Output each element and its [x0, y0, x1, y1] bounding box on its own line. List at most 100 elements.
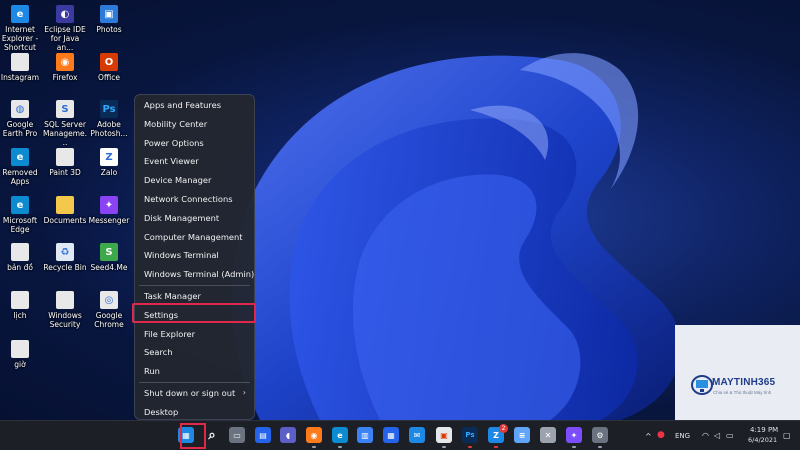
- desktop-shortcut-label: Google Earth Pro: [2, 120, 38, 138]
- mail-icon[interactable]: ✉: [409, 427, 425, 443]
- desktop-shortcut[interactable]: ◍ Google Earth Pro: [0, 100, 43, 138]
- desktop-shortcut-label: bản đồ: [7, 263, 33, 272]
- folder-icon: [56, 196, 74, 214]
- clock-time[interactable]: 4:19 PM: [750, 426, 778, 434]
- desktop-shortcut[interactable]: bản đồ: [0, 243, 43, 272]
- zalo-icon: Z: [100, 148, 118, 166]
- desktop-shortcut[interactable]: Documents: [42, 196, 88, 225]
- menu-item-label: Event Viewer: [144, 156, 199, 167]
- running-indicator: [598, 446, 602, 448]
- menu-item-label: Desktop: [144, 406, 179, 417]
- desktop-shortcut-label: SQL Server Manageme...: [42, 120, 88, 147]
- settings-icon[interactable]: ⚙: [592, 427, 608, 443]
- desktop-shortcut[interactable]: Ps Adobe Photosh...: [86, 100, 132, 138]
- photos-icon: ▣: [100, 5, 118, 23]
- menu-item-event-viewer[interactable]: Event Viewer: [135, 152, 254, 171]
- desktop-shortcut-label: giờ: [14, 360, 26, 369]
- desktop-shortcut[interactable]: Instagram: [0, 53, 43, 82]
- antivirus-tray-icon[interactable]: ●: [657, 430, 665, 440]
- watermark-brand: MAYTINH365: [712, 377, 776, 388]
- desktop-shortcut-label: Firefox: [52, 73, 78, 82]
- notification-badge: 2: [499, 424, 508, 433]
- desktop-shortcut[interactable]: e Removed Apps: [0, 148, 43, 186]
- notepad-icon[interactable]: ≡: [514, 427, 530, 443]
- desktop-shortcut-label: lịch: [13, 311, 27, 320]
- firefox-icon: ◉: [56, 53, 74, 71]
- menu-item-search[interactable]: Search: [135, 343, 254, 362]
- desktop-shortcut[interactable]: O Office: [86, 53, 132, 82]
- chevron-right-icon: ›: [242, 387, 246, 397]
- menu-item-label: Disk Management: [144, 212, 220, 223]
- calendar-icon[interactable]: ▦: [383, 427, 399, 443]
- desktop-shortcut-label: Documents: [43, 216, 87, 225]
- office-icon[interactable]: ▣: [436, 427, 452, 443]
- desktop-shortcut[interactable]: ◎ Google Chrome: [86, 291, 132, 329]
- menu-item-device-manager[interactable]: Device Manager: [135, 171, 254, 190]
- menu-item-label: Windows Terminal: [144, 250, 219, 261]
- desktop-shortcut[interactable]: Z Zalo: [86, 148, 132, 177]
- edge-icon[interactable]: e: [332, 427, 348, 443]
- menu-item-network-connections[interactable]: Network Connections: [135, 190, 254, 209]
- volume-icon[interactable]: ◁: [714, 431, 720, 440]
- menu-item-disk-management[interactable]: Disk Management: [135, 209, 254, 228]
- menu-item-shut-down[interactable]: Shut down or sign out ›: [135, 384, 254, 403]
- desktop-shortcut[interactable]: ◐ Eclipse IDE for Java an...: [42, 5, 88, 52]
- running-indicator: [494, 446, 498, 448]
- photoshop-icon[interactable]: Ps: [462, 427, 478, 443]
- menu-item-label: Run: [144, 366, 160, 377]
- tools-icon[interactable]: ✕: [540, 427, 556, 443]
- menu-item-windows-terminal[interactable]: Windows Terminal: [135, 246, 254, 265]
- task-view-icon[interactable]: ▭: [229, 427, 245, 443]
- file-icon: [56, 148, 74, 166]
- eclipse-icon: ◐: [56, 5, 74, 23]
- desktop-shortcut-label: Eclipse IDE for Java an...: [44, 25, 86, 52]
- running-indicator: [442, 446, 446, 448]
- store-icon[interactable]: ▥: [357, 427, 373, 443]
- notification-icon[interactable]: ▢: [783, 431, 791, 440]
- chat-icon[interactable]: ◖: [280, 427, 296, 443]
- menu-item-label: Computer Management: [144, 231, 243, 242]
- watermark-tagline: Chia sẻ & Thủ thuật Máy tính: [713, 390, 772, 395]
- photoshop-icon: Ps: [100, 100, 118, 118]
- desktop-shortcut[interactable]: e Microsoft Edge: [0, 196, 43, 234]
- desktop-shortcut[interactable]: S Seed4.Me: [86, 243, 132, 272]
- menu-item-windows-terminal-admin[interactable]: Windows Terminal (Admin): [135, 265, 254, 284]
- desktop-shortcut[interactable]: e Internet Explorer - Shortcut: [0, 5, 43, 52]
- battery-icon[interactable]: ▭: [726, 431, 734, 440]
- winx-context-menu: Apps and Features Mobility Center Power Op…: [134, 94, 255, 420]
- menu-item-run[interactable]: Run: [135, 362, 254, 381]
- desktop-shortcut[interactable]: Windows Security: [42, 291, 88, 329]
- file-icon: [11, 243, 29, 261]
- wifi-icon[interactable]: ◠: [702, 431, 709, 440]
- menu-item-desktop[interactable]: Desktop: [135, 403, 254, 420]
- desktop-shortcut-label: Zalo: [100, 168, 118, 177]
- google-earth-icon: ◍: [11, 100, 29, 118]
- desktop-shortcut[interactable]: Paint 3D: [42, 148, 88, 177]
- widgets-icon[interactable]: ▤: [255, 427, 271, 443]
- desktop-shortcut[interactable]: ♻ Recycle Bin: [42, 243, 88, 272]
- chevron-up-icon[interactable]: ^: [645, 432, 652, 441]
- clock-date[interactable]: 6/4/2021: [748, 436, 777, 444]
- menu-item-mobility-center[interactable]: Mobility Center: [135, 115, 254, 134]
- menu-item-power-options[interactable]: Power Options: [135, 134, 254, 153]
- file-icon: [56, 291, 74, 309]
- desktop-shortcut[interactable]: giờ: [0, 340, 43, 369]
- menu-item-computer-management[interactable]: Computer Management: [135, 228, 254, 247]
- desktop-shortcut[interactable]: S SQL Server Manageme...: [42, 100, 88, 147]
- menu-item-label: Apps and Features: [144, 100, 222, 110]
- search-icon[interactable]: ⌕: [204, 427, 220, 443]
- language-indicator[interactable]: ENG: [675, 432, 690, 440]
- desktop-shortcut-label: Internet Explorer - Shortcut: [1, 25, 39, 52]
- messenger-icon[interactable]: ✦: [566, 427, 582, 443]
- file-icon: [11, 53, 29, 71]
- menu-item-label: File Explorer: [144, 328, 196, 339]
- desktop-shortcut[interactable]: ✦ Messenger: [86, 196, 132, 225]
- edge-icon: e: [11, 148, 29, 166]
- menu-item-apps-and-features[interactable]: Apps and Features: [135, 96, 254, 115]
- desktop-shortcut[interactable]: lịch: [0, 291, 43, 320]
- menu-item-file-explorer[interactable]: File Explorer: [135, 325, 254, 344]
- desktop-shortcut[interactable]: ▣ Photos: [86, 5, 132, 34]
- running-indicator: [572, 446, 576, 448]
- firefox-icon[interactable]: ◉: [306, 427, 322, 443]
- desktop-shortcut[interactable]: ◉ Firefox: [42, 53, 88, 82]
